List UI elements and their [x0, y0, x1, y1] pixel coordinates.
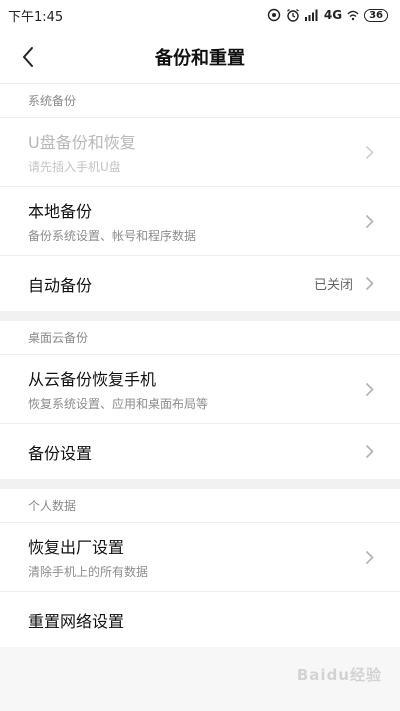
row-subtitle: 清除手机上的所有数据 — [28, 565, 149, 579]
row-title: 恢复出厂设置 — [28, 538, 125, 557]
status-icons: 4G 36 — [267, 8, 388, 22]
network-type: 4G — [323, 8, 343, 22]
chevron-right-icon — [365, 145, 374, 159]
alarm-icon — [286, 8, 299, 22]
row-title: 本地备份 — [28, 202, 93, 221]
reset-network-row[interactable]: 重置网络设置 — [0, 592, 400, 647]
row-title: 备份设置 — [28, 443, 93, 463]
row-title: 自动备份 — [28, 275, 93, 295]
section-divider — [0, 479, 400, 489]
chevron-right-icon — [365, 276, 374, 291]
section-header: 个人数据 — [0, 489, 400, 523]
row-title: 从云备份恢复手机 — [28, 370, 157, 389]
factory-reset-row[interactable]: 恢复出厂设置 清除手机上的所有数据 — [0, 523, 400, 592]
battery-indicator: 36 — [364, 8, 388, 22]
section-cloud-backup: 桌面云备份 从云备份恢复手机 恢复系统设置、应用和桌面布局等 备份设置 — [0, 321, 400, 479]
watermark: Baidu经验 — [296, 666, 382, 684]
local-backup-row[interactable]: 本地备份 备份系统设置、帐号和程序数据 — [0, 187, 400, 256]
auto-backup-status: 已关闭 — [313, 278, 353, 293]
row-subtitle: 备份系统设置、帐号和程序数据 — [28, 229, 197, 243]
status-time: 下午1:45 — [8, 9, 64, 25]
chevron-right-icon — [365, 382, 374, 396]
section-personal-data: 个人数据 恢复出厂设置 清除手机上的所有数据 重置网络设置 — [0, 489, 400, 647]
row-title: 重置网络设置 — [28, 611, 125, 631]
wifi-icon — [347, 10, 359, 21]
back-button[interactable] — [0, 30, 56, 84]
auto-backup-row[interactable]: 自动备份 已关闭 — [0, 256, 400, 311]
section-system-backup: 系统备份 U盘备份和恢复 请先插入手机U盘 本地备份 备份系统设置、帐号和程序数… — [0, 84, 400, 311]
hotspot-icon — [267, 8, 281, 22]
section-header: 桌面云备份 — [0, 321, 400, 355]
cloud-restore-row[interactable]: 从云备份恢复手机 恢复系统设置、应用和桌面布局等 — [0, 355, 400, 424]
row-subtitle: 请先插入手机U盘 — [28, 160, 121, 174]
signal-icon — [304, 9, 318, 21]
chevron-left-icon — [23, 46, 33, 67]
status-bar: 下午1:45 4G 36 — [0, 0, 400, 30]
chevron-right-icon — [365, 214, 374, 228]
chevron-right-icon — [365, 444, 374, 459]
chevron-right-icon — [365, 550, 374, 564]
section-header: 系统备份 — [0, 84, 400, 118]
header: 备份和重置 — [0, 30, 400, 84]
row-title: U盘备份和恢复 — [28, 133, 136, 152]
page-title: 备份和重置 — [155, 47, 245, 69]
backup-settings-row[interactable]: 备份设置 — [0, 424, 400, 479]
usb-backup-row[interactable]: U盘备份和恢复 请先插入手机U盘 — [0, 118, 400, 187]
row-subtitle: 恢复系统设置、应用和桌面布局等 — [28, 397, 209, 411]
section-divider — [0, 311, 400, 321]
